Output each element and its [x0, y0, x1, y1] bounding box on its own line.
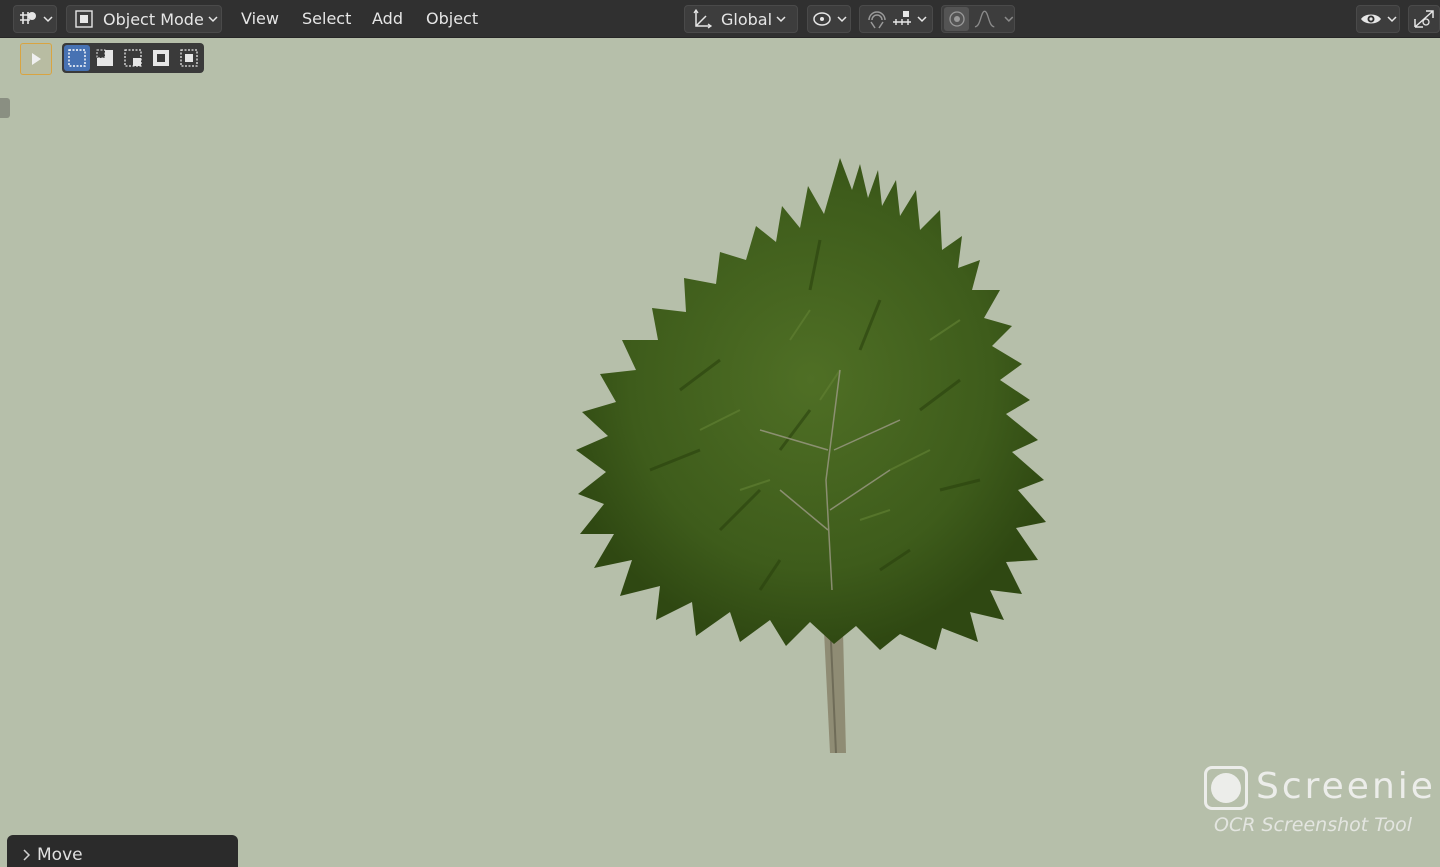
proportional-edit-group	[941, 5, 1015, 33]
magnet-icon[interactable]	[865, 8, 889, 30]
menu-add[interactable]: Add	[364, 5, 411, 33]
active-tool-button[interactable]	[20, 43, 52, 75]
viewport-header: Object Mode View Select Add Object Globa…	[0, 0, 1440, 38]
chevron-down-icon[interactable]	[1004, 14, 1014, 24]
selection-mode-group	[62, 43, 204, 73]
operator-label: Move	[37, 845, 83, 865]
sidebar-toggle-tab[interactable]	[0, 98, 10, 118]
transform-orientation-dropdown[interactable]: Global	[684, 5, 798, 33]
select-intersect-icon	[180, 49, 198, 67]
screenie-logo-icon	[1204, 766, 1248, 810]
snap-increment-icon[interactable]	[891, 8, 913, 30]
visibility-dropdown[interactable]	[1356, 5, 1400, 33]
falloff-curve-icon[interactable]	[973, 8, 1000, 30]
watermark-name: Screenie	[1256, 766, 1436, 807]
pivot-point-dropdown[interactable]	[807, 5, 851, 33]
select-intersect-button[interactable]	[176, 45, 202, 71]
select-extend-icon	[96, 49, 113, 66]
object-mode-icon	[75, 10, 93, 28]
screenie-watermark: Screenie OCR Screenshot Tool	[1200, 760, 1433, 838]
select-subtract-button[interactable]	[120, 45, 146, 71]
snap-group	[859, 5, 933, 33]
chevron-down-icon	[208, 16, 218, 23]
pivot-point-icon	[813, 12, 831, 26]
select-new-icon	[68, 49, 86, 67]
menu-view[interactable]: View	[233, 5, 287, 33]
menu-object[interactable]: Object	[418, 5, 486, 33]
select-extend-button[interactable]	[92, 45, 118, 71]
chevron-right-icon	[23, 849, 31, 861]
gizmo-toggle[interactable]	[1408, 5, 1440, 33]
mode-label: Object Mode	[103, 9, 204, 29]
chevron-down-icon[interactable]	[917, 14, 927, 24]
tree-object[interactable]	[560, 150, 1120, 760]
editor-type-button[interactable]	[13, 5, 57, 33]
mode-dropdown[interactable]: Object Mode	[66, 5, 222, 33]
select-invert-icon	[153, 50, 169, 66]
chevron-down-icon	[1387, 16, 1397, 23]
proportional-edit-icon	[948, 11, 965, 27]
select-subtract-icon	[124, 49, 142, 67]
eye-icon	[1361, 14, 1381, 24]
proportional-edit-toggle[interactable]	[944, 7, 970, 31]
cursor-select-icon	[32, 53, 41, 65]
editor-type-icon	[20, 12, 36, 24]
chevron-down-icon	[43, 16, 53, 23]
chevron-down-icon	[776, 16, 786, 23]
orientation-label: Global	[721, 9, 773, 29]
last-operator-panel[interactable]: Move	[7, 835, 238, 867]
orientation-icon	[693, 8, 713, 29]
select-new-button[interactable]	[64, 45, 90, 71]
select-invert-button[interactable]	[148, 45, 174, 71]
menu-select[interactable]: Select	[294, 5, 359, 33]
watermark-subtitle: OCR Screenshot Tool	[1214, 814, 1413, 836]
gizmo-icon	[1414, 10, 1434, 28]
chevron-down-icon	[837, 16, 847, 23]
